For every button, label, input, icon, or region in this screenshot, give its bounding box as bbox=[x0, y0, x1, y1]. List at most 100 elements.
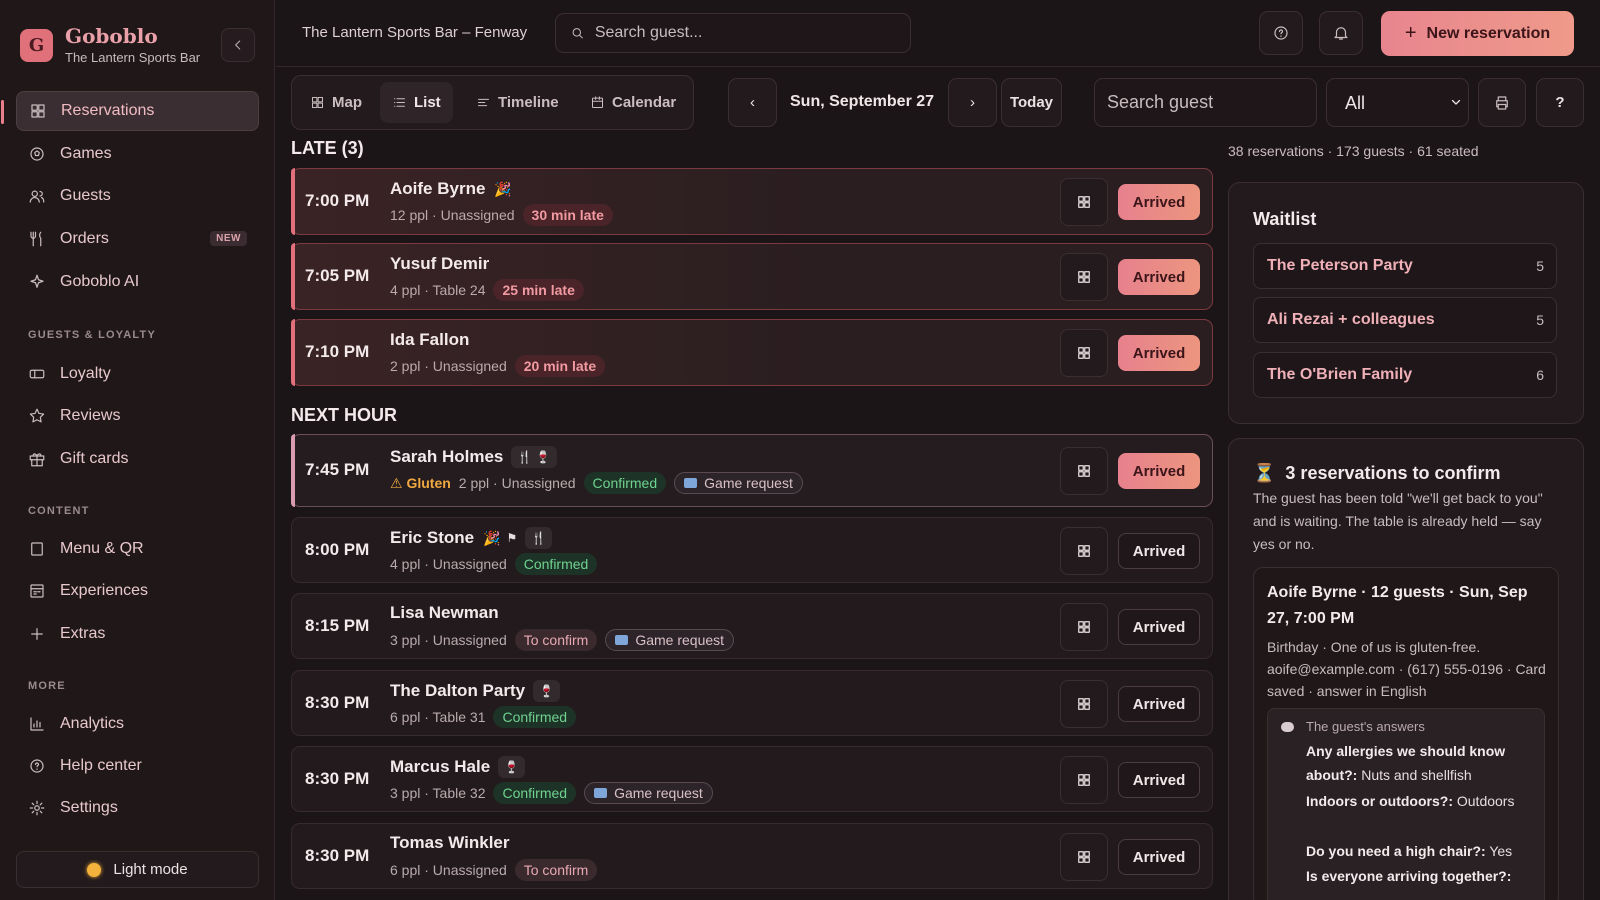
dining-drink-tags-icon: 🍴 🍷 bbox=[511, 446, 557, 468]
reservation-meta: 6 ppl · Table 31 Confirmed bbox=[390, 706, 577, 728]
reservation-time: 8:00 PM bbox=[305, 540, 370, 559]
sidebar-item-label: Settings bbox=[60, 799, 118, 816]
confirm-panel: ⏳ 3 reservations to confirm The guest ha… bbox=[1228, 438, 1584, 900]
notifications-button[interactable] bbox=[1319, 11, 1363, 55]
sidebar-item-experiences[interactable]: Experiences bbox=[16, 571, 259, 611]
reservation-name: Yusuf Demir bbox=[390, 254, 490, 273]
status-chip: To confirm bbox=[514, 629, 598, 651]
reservation-stats: 38 reservations · 173 guests · 61 seated bbox=[1228, 143, 1479, 159]
waitlist-item[interactable]: Ali Rezai + colleagues 5 bbox=[1253, 297, 1557, 343]
new-badge: NEW bbox=[210, 231, 247, 246]
grid-icon bbox=[1078, 698, 1090, 710]
assign-table-button[interactable] bbox=[1060, 527, 1108, 575]
sidebar-item-label: Goboblo AI bbox=[60, 273, 140, 290]
arrived-button[interactable]: Arrived bbox=[1118, 184, 1200, 220]
calendar-grid-icon bbox=[30, 584, 44, 598]
brand[interactable]: G Goboblo The Lantern Sports Bar bbox=[20, 25, 200, 65]
sidebar-item-extras[interactable]: Extras bbox=[16, 614, 259, 654]
arrived-button[interactable]: Arrived bbox=[1118, 609, 1200, 645]
assign-table-button[interactable] bbox=[1060, 329, 1108, 377]
reservation-meta: 4 ppl · Table 24 25 min late bbox=[390, 279, 584, 301]
arrived-button[interactable]: Arrived bbox=[1118, 335, 1200, 371]
reservation-card[interactable]: 8:15 PM Lisa Newman 3 ppl · Unassigned To… bbox=[291, 593, 1213, 659]
light-mode-toggle[interactable]: Light mode bbox=[16, 851, 259, 888]
reservation-time: 8:30 PM bbox=[305, 693, 370, 712]
reservation-card[interactable]: 7:05 PM Yusuf Demir 4 ppl · Table 24 25 m… bbox=[291, 243, 1213, 310]
guest-search[interactable] bbox=[1094, 78, 1317, 127]
reservation-time: 8:30 PM bbox=[305, 846, 370, 865]
sidebar-item-reservations[interactable]: Reservations bbox=[1, 91, 259, 131]
venue-name: The Lantern Sports Bar – Fenway bbox=[302, 24, 528, 41]
assign-table-button[interactable] bbox=[1060, 680, 1108, 728]
party-size: 5 bbox=[1536, 312, 1544, 328]
collapse-sidebar-button[interactable] bbox=[221, 28, 255, 62]
sidebar-item-analytics[interactable]: Analytics bbox=[16, 704, 259, 744]
reservation-meta: ⚠ Gluten 2 ppl · Unassigned Confirmed Game … bbox=[390, 472, 803, 494]
guest-search-input[interactable] bbox=[1107, 92, 1316, 113]
assign-table-button[interactable] bbox=[1060, 447, 1108, 495]
assign-table-button[interactable] bbox=[1060, 833, 1108, 881]
section-title-next-hour: NEXT HOUR bbox=[291, 405, 398, 425]
waitlist-item[interactable]: The Peterson Party 5 bbox=[1253, 243, 1557, 289]
sidebar-item-help-center[interactable]: Help center bbox=[16, 746, 259, 786]
late-chip: 30 min late bbox=[522, 204, 613, 226]
sidebar-item-games[interactable]: Games bbox=[16, 134, 259, 174]
status-filter-select[interactable]: All bbox=[1326, 78, 1469, 127]
help-button[interactable] bbox=[1259, 11, 1303, 55]
sidebar-item-label: Analytics bbox=[60, 715, 125, 732]
arrived-button[interactable]: Arrived bbox=[1118, 686, 1200, 722]
tab-list[interactable]: List bbox=[380, 82, 453, 123]
pending-reservation-card[interactable]: Aoife Byrne · 12 guests · Sun, Sep 27, 7… bbox=[1253, 567, 1559, 900]
tab-calendar[interactable]: Calendar bbox=[578, 82, 688, 123]
reservation-card[interactable]: 7:00 PM Aoife Byrne 🎉 12 ppl · Unassigned… bbox=[291, 168, 1213, 235]
plus-icon bbox=[31, 628, 43, 640]
sidebar-item-menu-qr[interactable]: Menu & QR bbox=[16, 529, 259, 569]
print-button[interactable] bbox=[1478, 78, 1526, 127]
sidebar-item-label: Games bbox=[60, 145, 112, 162]
status-chip: Confirmed bbox=[493, 782, 577, 804]
prev-day-button[interactable]: ‹ bbox=[728, 78, 777, 127]
sidebar-item-gift-cards[interactable]: Gift cards bbox=[16, 439, 259, 479]
tab-timeline[interactable]: Timeline bbox=[464, 82, 571, 123]
brand-logo: G bbox=[20, 28, 53, 62]
assign-table-button[interactable] bbox=[1060, 178, 1108, 226]
top-bar: The Lantern Sports Bar – Fenway + New re… bbox=[276, 0, 1600, 67]
party-popper-icon: 🎉 bbox=[483, 529, 501, 546]
reservation-card[interactable]: 7:45 PM Sarah Holmes 🍴 🍷 ⚠ Gluten 2 ppl · … bbox=[291, 434, 1213, 507]
waitlist-item[interactable]: The O'Brien Family 6 bbox=[1253, 352, 1557, 398]
sidebar-item-label: Reservations bbox=[61, 102, 155, 119]
reservation-meta: 3 ppl · Table 32 Confirmed Game request bbox=[390, 782, 713, 804]
reservation-card[interactable]: 8:00 PM Eric Stone 🎉 ⚑ 🍴 4 ppl · Unassigned… bbox=[291, 517, 1213, 583]
sidebar-item-guests[interactable]: Guests bbox=[16, 176, 259, 216]
keyboard-help-button[interactable]: ? bbox=[1536, 78, 1584, 127]
status-chip: Confirmed bbox=[583, 472, 667, 494]
reservation-card[interactable]: 8:30 PM Tomas Winkler 6 ppl · Unassigned… bbox=[291, 823, 1213, 889]
assign-table-button[interactable] bbox=[1060, 756, 1108, 804]
reservation-meta: 12 ppl · Unassigned 30 min late bbox=[390, 204, 613, 226]
sidebar-item-loyalty[interactable]: Loyalty bbox=[16, 354, 259, 394]
next-day-button[interactable]: › bbox=[948, 78, 997, 127]
arrived-button[interactable]: Arrived bbox=[1118, 533, 1200, 569]
sidebar-item-goboblo-ai[interactable]: Goboblo AI bbox=[16, 262, 259, 302]
assign-table-button[interactable] bbox=[1060, 603, 1108, 651]
assign-table-button[interactable] bbox=[1060, 253, 1108, 301]
top-search[interactable] bbox=[555, 13, 911, 53]
today-button[interactable]: Today bbox=[1001, 78, 1062, 127]
reservation-card[interactable]: 8:30 PM The Dalton Party 🍷 6 ppl · Table … bbox=[291, 670, 1213, 736]
reservation-time: 7:10 PM bbox=[305, 342, 370, 361]
arrived-button[interactable]: Arrived bbox=[1118, 453, 1200, 489]
new-reservation-button[interactable]: + New reservation bbox=[1381, 11, 1574, 56]
arrived-button[interactable]: Arrived bbox=[1118, 839, 1200, 875]
arrived-button[interactable]: Arrived bbox=[1118, 762, 1200, 798]
reservation-card[interactable]: 7:10 PM Ida Fallon 2 ppl · Unassigned 20 … bbox=[291, 319, 1213, 386]
reservation-name: Marcus Hale 🍷 bbox=[390, 756, 526, 778]
arrived-button[interactable]: Arrived bbox=[1118, 259, 1200, 295]
sidebar-item-settings[interactable]: Settings bbox=[16, 788, 259, 828]
status-chip: Confirmed bbox=[493, 706, 577, 728]
sidebar-item-reviews[interactable]: Reviews bbox=[16, 396, 259, 436]
late-chip: 25 min late bbox=[493, 279, 584, 301]
top-search-input[interactable] bbox=[594, 24, 910, 42]
reservation-card[interactable]: 8:30 PM Marcus Hale 🍷 3 ppl · Table 32 Con… bbox=[291, 746, 1213, 812]
tab-map[interactable]: Map bbox=[298, 82, 374, 123]
sidebar-item-orders[interactable]: Orders NEW bbox=[16, 219, 259, 259]
